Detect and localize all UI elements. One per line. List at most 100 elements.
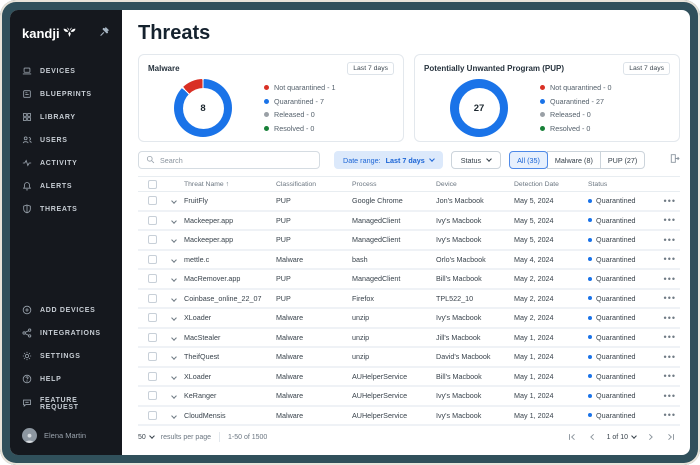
kandji-logo[interactable]: kandji (22, 26, 77, 41)
row-actions-menu[interactable] (654, 215, 680, 225)
row-actions-menu[interactable] (654, 274, 680, 284)
row-actions-menu[interactable] (654, 313, 680, 323)
row-checkbox[interactable] (148, 235, 157, 245)
table-row[interactable]: MacRemover.app PUP ManagedClient Bill's … (138, 270, 680, 290)
expand-row-chevron-icon[interactable] (171, 256, 177, 263)
row-actions-menu[interactable] (654, 352, 680, 362)
sidebar-item-library[interactable]: LIBRARY (10, 106, 122, 129)
expand-row-chevron-icon[interactable] (171, 412, 177, 419)
device-cell: Ivy's Macbook (436, 391, 482, 401)
avatar (22, 428, 37, 443)
page-indicator-dropdown[interactable]: 1 of 10 (607, 433, 637, 441)
expand-row-chevron-icon[interactable] (171, 237, 177, 244)
first-page-button[interactable] (567, 432, 577, 442)
per-page-label: results per page (160, 433, 211, 441)
row-checkbox[interactable] (148, 254, 157, 264)
row-checkbox[interactable] (148, 313, 157, 323)
table-row[interactable]: Coinbase_online_22_07 PUP Firefox TPL522… (138, 289, 680, 309)
expand-row-chevron-icon[interactable] (171, 295, 177, 302)
select-all-checkbox[interactable] (148, 179, 157, 189)
pup-period-button[interactable]: Last 7 days (623, 62, 670, 75)
expand-row-chevron-icon[interactable] (171, 276, 177, 283)
page-size-dropdown[interactable]: 50 (138, 433, 155, 441)
sidebar-item-feature-request[interactable]: FEATURE REQUEST (10, 391, 122, 416)
previous-page-button[interactable] (587, 432, 597, 442)
expand-row-chevron-icon[interactable] (171, 198, 177, 205)
row-checkbox[interactable] (148, 371, 157, 381)
row-actions-menu[interactable] (654, 371, 680, 381)
table-row[interactable]: XLoader Malware unzip Ivy's Macbook May … (138, 309, 680, 329)
sidebar-item-integrations[interactable]: INTEGRATIONS (10, 322, 122, 345)
sidebar-item-users[interactable]: USERS (10, 129, 122, 152)
malware-period-button[interactable]: Last 7 days (347, 62, 394, 75)
next-page-button[interactable] (646, 432, 656, 442)
legend-item-not-quarantined: Not quarantined - 1 (264, 83, 336, 92)
row-checkbox[interactable] (148, 391, 157, 401)
col-process[interactable]: Process (352, 181, 436, 188)
row-actions-menu[interactable] (654, 332, 680, 342)
export-button[interactable] (669, 151, 680, 169)
row-checkbox[interactable] (148, 293, 157, 303)
pin-sidebar-icon[interactable] (99, 24, 110, 42)
tab-pup[interactable]: PUP (27) (599, 151, 646, 169)
row-actions-menu[interactable] (654, 410, 680, 420)
row-checkbox[interactable] (148, 410, 157, 420)
sidebar-item-alerts[interactable]: ALERTS (10, 175, 122, 198)
date-range-dropdown[interactable]: Date range: Last 7 days (334, 151, 443, 169)
user-profile[interactable]: Elena Martin (10, 416, 122, 445)
sidebar-item-devices[interactable]: DEVICES (10, 60, 122, 83)
table-row[interactable]: Mackeeper.app PUP ManagedClient Ivy's Ma… (138, 231, 680, 251)
row-actions-menu[interactable] (654, 196, 680, 206)
classification-cell: Malware (276, 313, 304, 323)
status-dot-icon (588, 257, 592, 262)
process-cell: Firefox (352, 293, 374, 303)
row-checkbox[interactable] (148, 215, 157, 225)
row-actions-menu[interactable] (654, 293, 680, 303)
sidebar-item-blueprints[interactable]: BLUEPRINTS (10, 83, 122, 106)
expand-row-chevron-icon[interactable] (171, 217, 177, 224)
table-row[interactable]: mettle.c Malware bash Orlo's Macbook May… (138, 250, 680, 270)
expand-row-chevron-icon[interactable] (171, 373, 177, 380)
sidebar-item-add-devices[interactable]: ADD DEVICES (10, 299, 122, 322)
table-row[interactable]: FruitFly PUP Google Chrome Jon's Macbook… (138, 192, 680, 212)
row-actions-menu[interactable] (654, 254, 680, 264)
expand-row-chevron-icon[interactable] (171, 334, 177, 341)
table-footer: 50 results per page 1-50 of 1500 1 of 10 (138, 432, 680, 442)
last-page-button[interactable] (666, 432, 676, 442)
table-row[interactable]: CloudMensis Malware AUHelperService Ivy'… (138, 406, 680, 426)
row-actions-menu[interactable] (654, 391, 680, 401)
row-checkbox[interactable] (148, 332, 157, 342)
sidebar-item-threats[interactable]: THREATS (10, 198, 122, 221)
detection-date-cell: May 5, 2024 (514, 235, 554, 245)
table-row[interactable]: TheifQuest Malware unzip David's Macbook… (138, 348, 680, 368)
tab-malware[interactable]: Malware (8) (546, 151, 601, 169)
row-checkbox[interactable] (148, 352, 157, 362)
expand-row-chevron-icon[interactable] (171, 315, 177, 322)
table-row[interactable]: Mackeeper.app PUP ManagedClient Ivy's Ma… (138, 211, 680, 231)
search-input[interactable] (160, 155, 312, 165)
table-row[interactable]: KeRanger Malware AUHelperService Ivy's M… (138, 387, 680, 407)
table-row[interactable]: XLoader Malware AUHelperService Bill's M… (138, 367, 680, 387)
col-detection-date[interactable]: Detection Date (514, 181, 588, 188)
classification-cell: Malware (276, 352, 304, 362)
col-classification[interactable]: Classification (276, 181, 352, 188)
expand-row-chevron-icon[interactable] (171, 393, 177, 400)
threat-name-cell: XLoader (184, 313, 212, 323)
row-checkbox[interactable] (148, 274, 157, 284)
sidebar-item-settings[interactable]: SETTINGS (10, 345, 122, 368)
sidebar-item-activity[interactable]: ACTIVITY (10, 152, 122, 175)
tab-all[interactable]: All (35) (509, 151, 548, 169)
status-dropdown[interactable]: Status (450, 151, 502, 169)
status-cell: Quarantined (588, 352, 654, 361)
sidebar-item-help[interactable]: HELP (10, 368, 122, 391)
row-actions-menu[interactable] (654, 235, 680, 245)
search-box[interactable] (138, 151, 320, 169)
expand-row-chevron-icon[interactable] (171, 354, 177, 361)
row-checkbox[interactable] (148, 196, 157, 206)
col-device[interactable]: Device (436, 181, 514, 188)
blue-dot-icon (540, 98, 545, 104)
col-status[interactable]: Status (588, 181, 654, 188)
pup-card-title: Potentially Unwanted Program (PUP) (424, 64, 565, 73)
col-threat-name[interactable]: Threat Name ↑ (184, 181, 276, 188)
table-row[interactable]: MacStealer Malware unzip Jill's Macbook … (138, 328, 680, 348)
